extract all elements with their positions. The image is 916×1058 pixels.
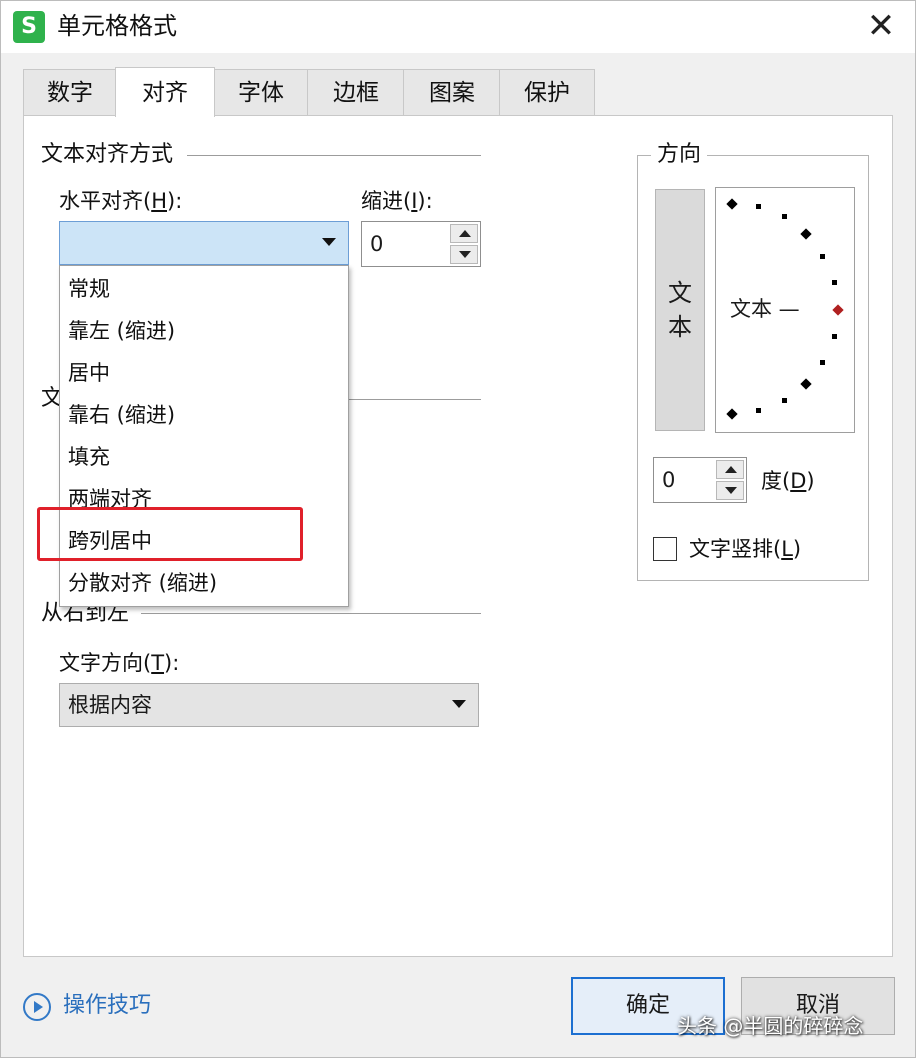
wps-spreadsheet-icon: S — [13, 11, 45, 43]
tab-font[interactable]: 字体 — [213, 69, 309, 117]
list-item[interactable]: 填充 — [68, 442, 110, 472]
tab-pattern[interactable]: 图案 — [403, 69, 501, 117]
tab-number[interactable]: 数字 — [23, 69, 117, 117]
list-item[interactable]: 分散对齐 (缩进) — [68, 568, 217, 598]
horizontal-align-select[interactable] — [59, 221, 349, 265]
watermark-text: 头条 @半圆的碎碎念 — [677, 1014, 864, 1038]
degree-value: 0 — [662, 468, 676, 492]
dialog-title: 单元格格式 — [57, 12, 177, 40]
text-alignment-group-title: 文本对齐方式 — [41, 140, 174, 170]
chevron-down-icon — [322, 238, 336, 246]
text-direction-label: 文字方向(T): — [59, 651, 180, 675]
spin-down-icon[interactable] — [716, 481, 744, 500]
list-item[interactable]: 常规 — [68, 274, 110, 304]
tab-border[interactable]: 边框 — [307, 69, 405, 117]
tab-protection[interactable]: 保护 — [499, 69, 595, 117]
indent-stepper[interactable]: 0 — [361, 221, 481, 267]
orientation-group-title: 方向 — [651, 140, 708, 170]
title-bar: S 单元格格式 ✕ — [1, 1, 915, 53]
spin-up-icon[interactable] — [716, 460, 744, 479]
horizontal-align-label: 水平对齐(H): — [59, 189, 183, 213]
chevron-down-icon — [452, 700, 466, 708]
list-item[interactable]: 居中 — [68, 358, 110, 388]
list-item[interactable]: 靠左 (缩进) — [68, 316, 175, 346]
red-highlight-box — [37, 507, 303, 561]
orientation-dial[interactable]: 文本 — — [715, 187, 855, 433]
indent-value: 0 — [370, 232, 384, 256]
indent-label: 缩进(I): — [361, 189, 433, 213]
spin-down-icon[interactable] — [450, 245, 478, 264]
tab-alignment[interactable]: 对齐 — [115, 67, 215, 117]
vertical-text-checkbox-label: 文字竖排(L) — [689, 537, 802, 561]
format-cells-dialog: S 单元格格式 ✕ 数字 对齐 字体 边框 图案 保护 文本对齐方式 水平对齐(… — [0, 0, 916, 1058]
vertical-text-button[interactable]: 文 本 — [655, 189, 705, 431]
vertical-text-checkbox[interactable] — [653, 537, 677, 561]
list-item[interactable]: 靠右 (缩进) — [68, 400, 175, 430]
group-divider — [187, 155, 481, 156]
tips-link[interactable]: 操作技巧 — [63, 991, 151, 1021]
text-direction-select[interactable]: 根据内容 — [59, 683, 479, 727]
group-divider — [141, 613, 481, 614]
play-circle-icon[interactable] — [23, 993, 51, 1021]
text-direction-value: 根据内容 — [68, 693, 152, 717]
close-icon[interactable]: ✕ — [863, 9, 899, 45]
dial-text-sample: 文本 — — [730, 297, 800, 321]
spin-up-icon[interactable] — [450, 224, 478, 243]
degree-stepper[interactable]: 0 — [653, 457, 747, 503]
degree-label: 度(D) — [761, 469, 815, 493]
